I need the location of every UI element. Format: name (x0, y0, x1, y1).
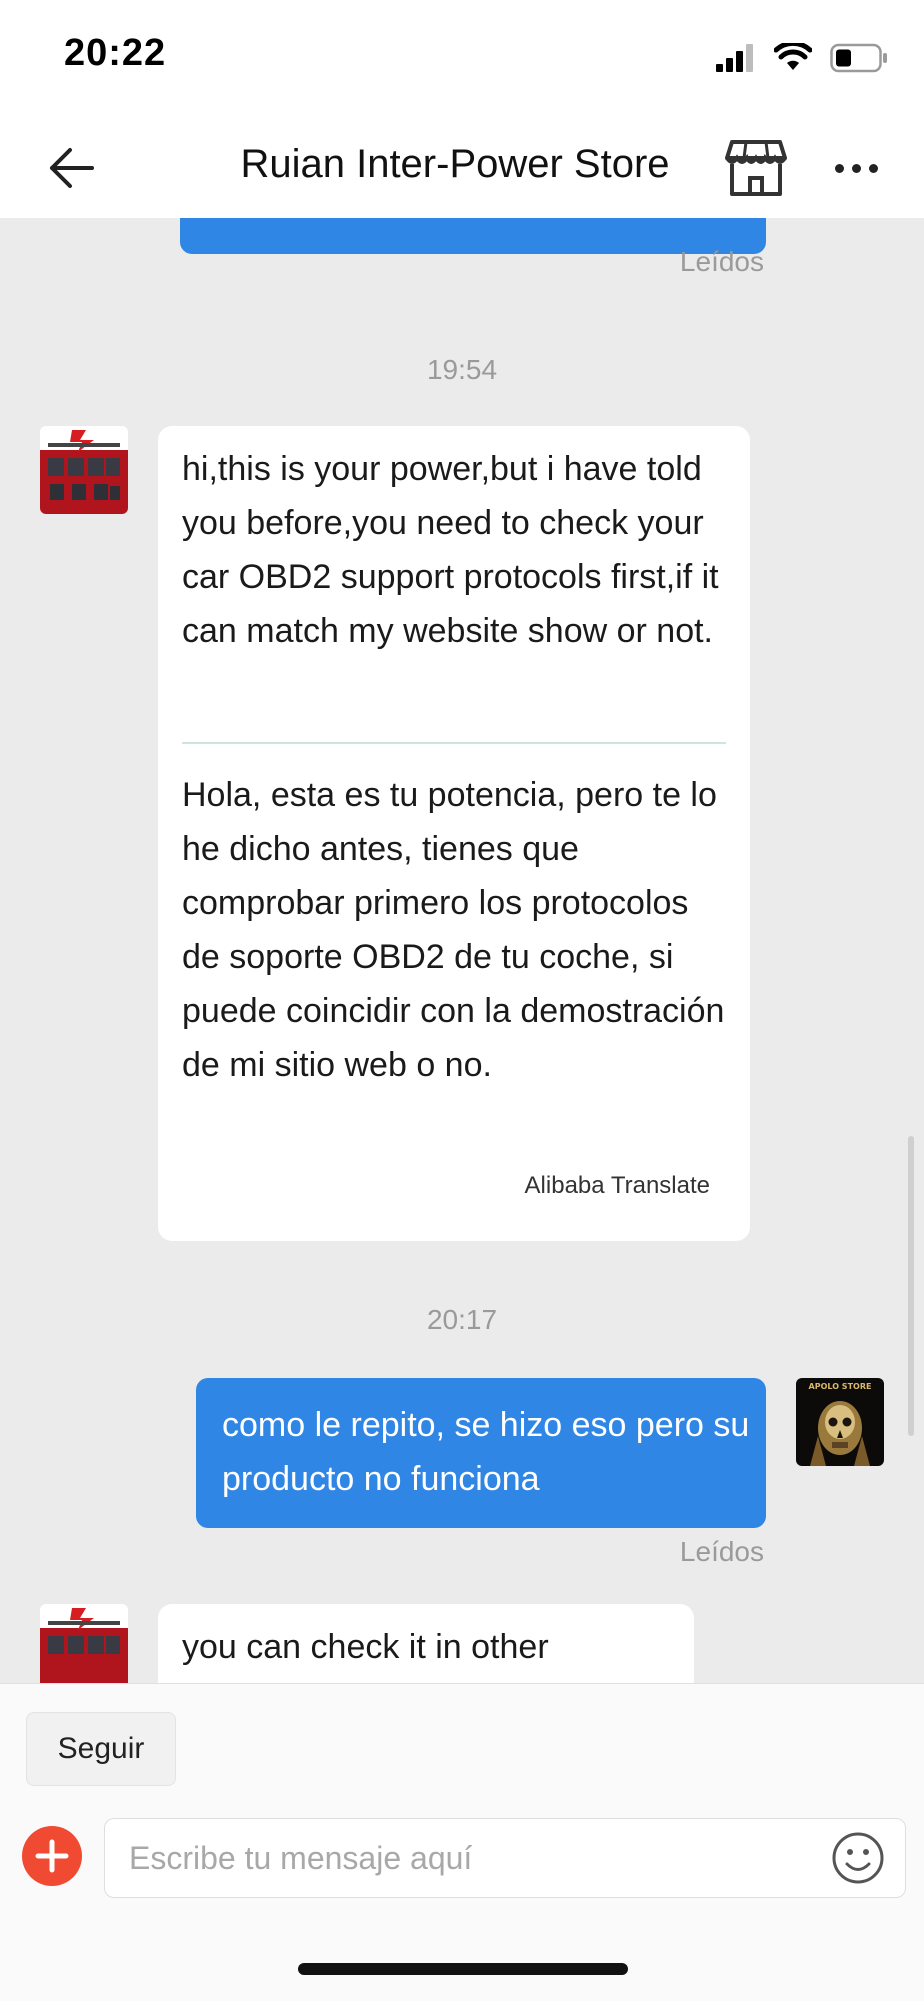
arrow-left-icon (50, 148, 94, 188)
storefront-icon (725, 140, 787, 196)
translated-text: Hola, esta es tu potencia, pero te lo he… (182, 776, 725, 1084)
read-status: Leídos (679, 246, 764, 277)
message-input-box[interactable] (104, 1818, 906, 1898)
status-icons (716, 38, 888, 78)
more-dots-icon (834, 163, 844, 173)
home-indicator[interactable] (298, 1963, 628, 1975)
outgoing-message-bubble[interactable]: como le repito, se hizo eso pero su prod… (196, 1378, 766, 1528)
read-status: Leídos (679, 1536, 764, 1567)
message-text: you can check it in other (182, 1628, 549, 1666)
message-input[interactable] (127, 1819, 811, 1897)
page-title: Ruian Inter-Power Store (240, 142, 670, 186)
back-button[interactable] (40, 140, 102, 196)
status-time: 20:22 (64, 32, 167, 74)
add-attachment-button[interactable] (22, 1826, 82, 1886)
message-text: como le repito, se hizo eso pero su prod… (222, 1406, 750, 1498)
incoming-message-bubble[interactable]: you can check it in other (158, 1604, 694, 1683)
timestamp: 20:17 (426, 1304, 498, 1335)
translation-divider (182, 742, 726, 744)
follow-button[interactable]: Seguir (26, 1712, 176, 1786)
status-bar: 20:22 (0, 0, 924, 118)
emoji-button[interactable] (831, 1831, 885, 1885)
user-avatar[interactable]: APOLO STORE (796, 1378, 884, 1466)
scrollbar[interactable] (908, 1136, 914, 1436)
chat-area[interactable]: Leídos 19:54 hi,this is your power,but i… (0, 218, 924, 1683)
signal-icon (716, 44, 753, 72)
bottom-panel: Seguir (0, 1683, 924, 2001)
incoming-message-bubble[interactable]: hi,this is your power,but i have told yo… (158, 426, 750, 1241)
timestamp: 19:54 (426, 354, 498, 385)
outgoing-message-bubble[interactable] (180, 218, 766, 254)
battery-icon (830, 43, 887, 73)
svg-text:APOLO STORE: APOLO STORE (809, 1382, 872, 1391)
smiley-icon (832, 1832, 884, 1884)
seller-avatar[interactable] (40, 1604, 128, 1683)
nav-bar: Ruian Inter-Power Store (0, 118, 924, 219)
store-button[interactable] (722, 134, 790, 202)
plus-circle-icon (35, 1839, 69, 1873)
seller-avatar[interactable] (40, 426, 128, 514)
more-options-button[interactable] (826, 138, 886, 198)
translation-source: Alibaba Translate (524, 1172, 710, 1199)
message-text: hi,this is your power,but i have told yo… (182, 450, 719, 650)
wifi-icon (774, 43, 812, 70)
